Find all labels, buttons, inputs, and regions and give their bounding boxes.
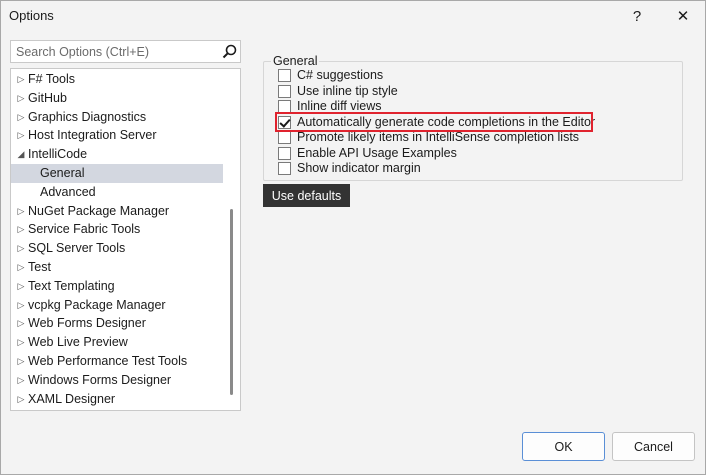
option-row: Use inline tip style — [278, 84, 678, 100]
help-button[interactable]: ? — [617, 1, 657, 31]
option-label[interactable]: Use inline tip style — [297, 84, 398, 99]
checkbox[interactable] — [278, 162, 291, 175]
tree-item[interactable]: Advanced — [11, 183, 223, 202]
tree-item-label: Test — [28, 260, 51, 274]
option-row: C# suggestions — [278, 68, 678, 84]
collapsed-arrow-icon[interactable]: ▷ — [16, 108, 26, 127]
title-bar: Options ? ✕ — [1, 1, 705, 31]
collapsed-arrow-icon[interactable]: ▷ — [16, 371, 26, 390]
collapsed-arrow-icon[interactable]: ▷ — [16, 333, 26, 352]
checkbox[interactable] — [278, 84, 291, 98]
checkbox[interactable] — [278, 146, 291, 160]
help-icon: ? — [632, 7, 642, 25]
use-defaults-button[interactable]: Use defaults — [263, 184, 350, 207]
tree-item-label: General — [40, 166, 85, 180]
tree-item[interactable]: ▷ Test — [11, 258, 223, 277]
tree-item[interactable]: ▷ SQL Server Tools — [11, 239, 223, 258]
collapsed-arrow-icon[interactable]: ▷ — [16, 239, 26, 258]
tree-item[interactable]: ▷ NuGet Package Manager — [11, 202, 223, 221]
tree-item[interactable]: ▷ Host Integration Server — [11, 126, 223, 145]
tree-scrollbar[interactable] — [227, 69, 240, 410]
close-button[interactable]: ✕ — [663, 1, 703, 31]
window-title: Options — [9, 8, 54, 23]
search-box — [10, 40, 241, 63]
tree-item-label: F# Tools — [28, 72, 76, 86]
tree-item-label: Web Forms Designer — [28, 316, 146, 331]
tree-item-label: GitHub — [28, 90, 67, 105]
collapsed-arrow-icon[interactable]: ▷ — [16, 296, 26, 315]
ok-button[interactable]: OK — [522, 432, 605, 461]
tree-item[interactable]: ▷ Web Forms Designer — [11, 314, 223, 333]
option-row: Show indicator margin — [278, 161, 678, 177]
search-input[interactable] — [11, 41, 216, 62]
expanded-arrow-icon[interactable]: ◢ — [16, 145, 26, 164]
tree-item[interactable]: ▷ Web Performance Test Tools — [11, 352, 223, 371]
option-row: Promote likely items in IntelliSense com… — [278, 130, 678, 146]
tree-item-label: NuGet Package Manager — [28, 203, 170, 218]
tree-item[interactable]: ▷ Web Live Preview — [11, 333, 223, 352]
collapsed-arrow-icon[interactable]: ▷ — [16, 202, 26, 221]
cancel-button[interactable]: Cancel — [612, 432, 695, 461]
tree-item-label: Host Integration Server — [28, 128, 157, 143]
collapsed-arrow-icon[interactable]: ▷ — [16, 126, 26, 145]
tree-scrollbar-thumb[interactable] — [230, 209, 233, 395]
tree-item[interactable]: ▷ XAML Designer — [11, 390, 223, 409]
checkbox[interactable] — [278, 69, 291, 82]
tree-item-label: vcpkg Package Manager — [28, 297, 166, 312]
collapsed-arrow-icon[interactable]: ▷ — [16, 89, 26, 108]
tree-item-label: Text Templating — [28, 278, 115, 293]
collapsed-arrow-icon[interactable]: ▷ — [16, 277, 26, 296]
collapsed-arrow-icon[interactable]: ▷ — [16, 258, 26, 277]
tree-item[interactable]: ▷ Text Templating — [11, 277, 223, 296]
search-icon[interactable] — [221, 43, 238, 60]
option-label[interactable]: Promote likely items in IntelliSense com… — [297, 130, 579, 145]
tree-item-label: SQL Server Tools — [28, 241, 126, 256]
close-icon: ✕ — [676, 8, 690, 25]
tree-item[interactable]: ▷ vcpkg Package Manager — [11, 296, 223, 315]
options-tree: ▷ F# Tools ▷ GitHub ▷ Graphics Diagnostics ▷ Ho… — [10, 68, 241, 411]
collapsed-arrow-icon[interactable]: ▷ — [16, 220, 26, 239]
collapsed-arrow-icon[interactable]: ▷ — [16, 70, 26, 89]
group-title: General — [271, 54, 320, 68]
tree-item[interactable]: General — [11, 164, 223, 183]
option-label[interactable]: Show indicator margin — [297, 161, 421, 176]
tree-item-label: Windows Forms Designer — [28, 372, 172, 387]
option-row: Enable API Usage Examples — [278, 146, 678, 162]
option-label[interactable]: C# suggestions — [297, 68, 383, 83]
tree-item[interactable]: ▷ Windows Forms Designer — [11, 371, 223, 390]
tree-item-label: Graphics Diagnostics — [28, 109, 147, 124]
tree-item-label: XAML Designer — [28, 391, 116, 406]
collapsed-arrow-icon[interactable]: ▷ — [16, 352, 26, 371]
tree-item[interactable]: ▷ Service Fabric Tools — [11, 220, 223, 239]
tree-item-label: Web Performance Test Tools — [28, 354, 188, 368]
tree-item[interactable]: ▷ F# Tools — [11, 70, 223, 89]
collapsed-arrow-icon[interactable]: ▷ — [16, 390, 26, 409]
tree-item[interactable]: ◢ IntelliCode — [11, 145, 223, 164]
tree-item-label: Web Live Preview — [28, 335, 128, 350]
option-label[interactable]: Enable API Usage Examples — [297, 146, 457, 161]
checkbox[interactable] — [278, 131, 291, 144]
tree-item-label: IntelliCode — [28, 147, 88, 162]
tree-item-label: Advanced — [40, 184, 96, 199]
options-dialog: Options ? ✕ ▷F# Tools▷GitHub▷Graphics Di… — [0, 0, 706, 475]
tree-item[interactable]: ▷ GitHub — [11, 89, 223, 108]
highlight-box — [275, 112, 593, 132]
tree-item[interactable]: ▷ Graphics Diagnostics — [11, 108, 223, 127]
tree-item-label: Service Fabric Tools — [28, 222, 141, 237]
collapsed-arrow-icon[interactable]: ▷ — [16, 314, 26, 333]
